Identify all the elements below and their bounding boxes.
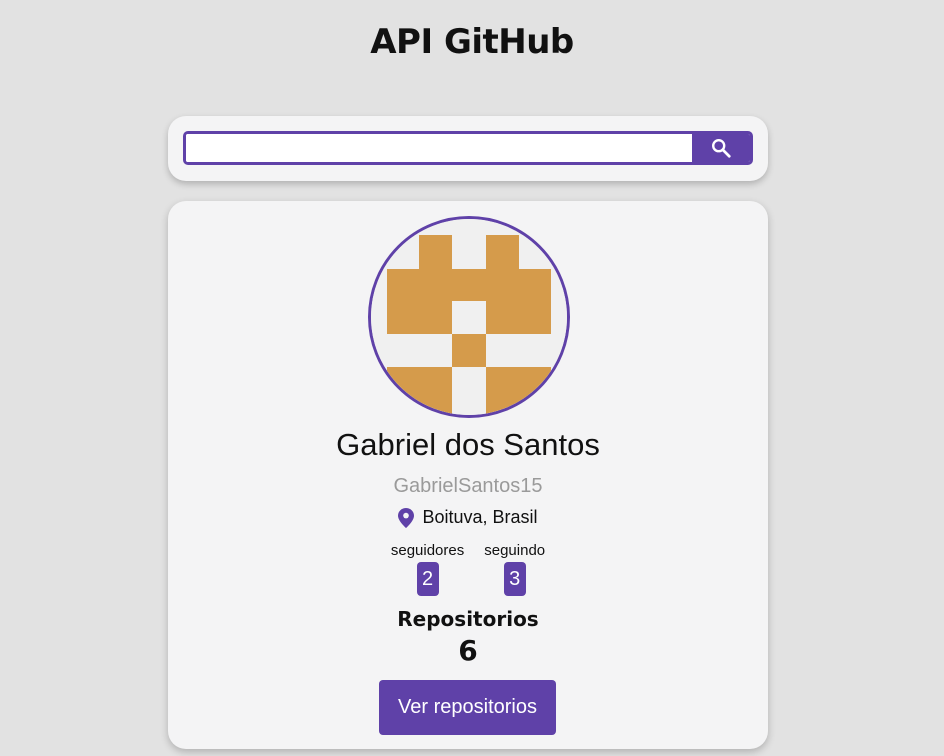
view-repos-button[interactable]: Ver repositorios [379,680,556,735]
profile-stats: seguidores 2 seguindo 3 [168,541,768,596]
profile-location: Boituva, Brasil [168,507,768,528]
search-input[interactable] [186,134,692,162]
following-stat: seguindo 3 [484,541,545,596]
search-button[interactable] [692,134,750,162]
profile-name: Gabriel dos Santos [336,427,600,462]
followers-count: 2 [416,562,439,596]
repos-count: 6 [458,634,478,667]
identicon-avatar [371,219,567,415]
page: API GitHub Gabriel dos Santos GabrielSan… [0,0,944,756]
followers-label: seguidores [390,542,465,559]
page-title: API GitHub [370,22,574,62]
followers-stat: seguidores 2 [391,541,464,596]
repos-label: Repositorios [397,607,539,631]
search-icon [712,139,731,158]
avatar [368,216,570,418]
profile-username: GabrielSantos15 [393,475,543,497]
profile-card: Gabriel dos Santos GabrielSantos15 Boitu… [168,201,768,749]
location-text: Boituva, Brasil [422,507,538,527]
location-pin-icon [398,507,415,528]
following-count: 3 [503,562,526,596]
search-card [168,116,768,181]
search-bar [183,131,753,165]
following-label: seguindo [484,542,546,559]
